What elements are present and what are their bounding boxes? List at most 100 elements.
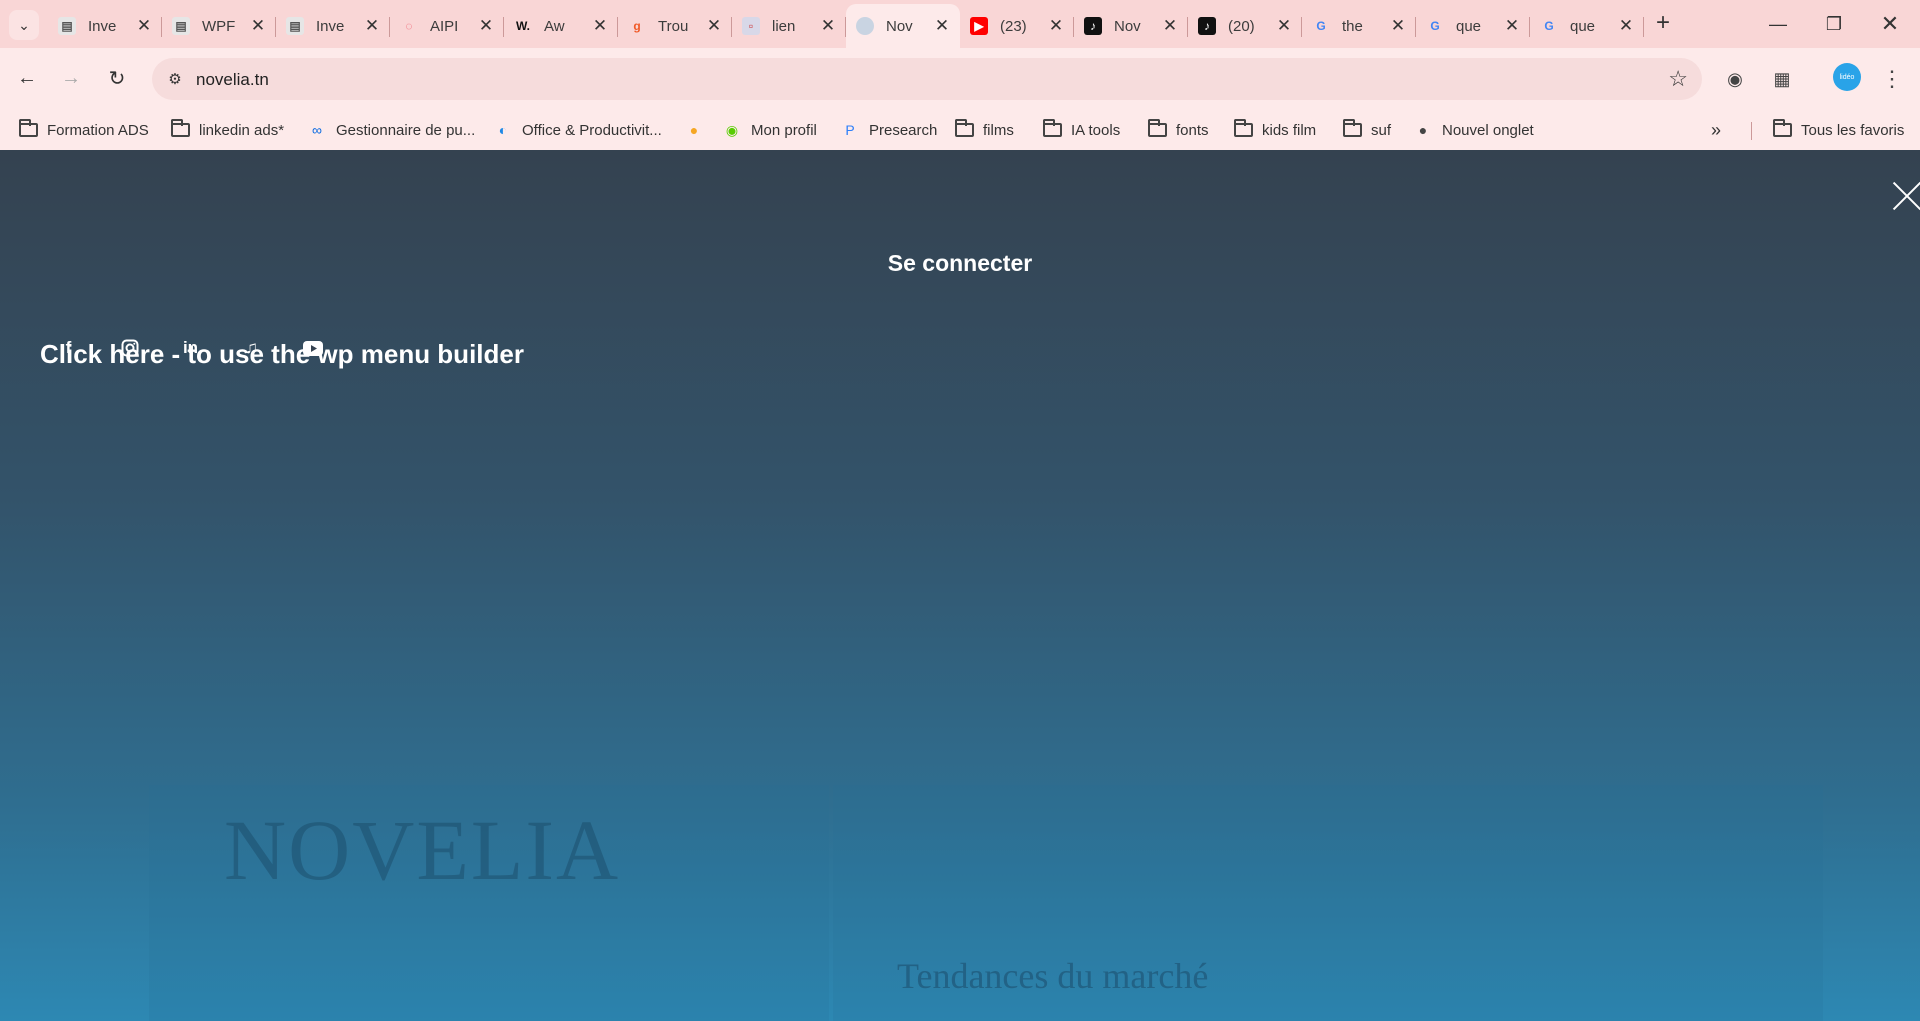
bookmark-1[interactable]: Formation ADS [18,116,149,144]
globe-icon [856,17,874,35]
bookmark-star-icon[interactable]: ☆ [1668,66,1688,92]
avatar[interactable]: lidéo [1833,63,1861,91]
bookmark-label: linkedin ads* [199,121,285,139]
tab-close-icon[interactable]: ✕ [478,16,494,36]
close-menu-button[interactable] [1891,180,1920,212]
tab-8[interactable]: Nov ✕ [846,4,960,48]
restore-button[interactable]: ❐ [1806,0,1862,48]
bookmark-5[interactable]: ● [684,116,713,144]
folder-icon [170,119,190,138]
tab-9[interactable]: ▶ (23) ✕ [960,4,1074,48]
tab-close-icon[interactable]: ✕ [1048,16,1064,36]
tab-3[interactable]: ▤ Inve ✕ [276,4,390,48]
more-bookmarks-button[interactable]: » [1711,116,1721,144]
chevron-double-right-icon: » [1711,119,1722,140]
tab-title: Nov [1114,17,1141,35]
tab-1[interactable]: ▤ Inve ✕ [48,4,162,48]
bookmark-13[interactable]: ● Nouvel onglet [1413,116,1534,144]
browser-toolbar: ← → ↻ ⚙ novelia.tn ☆ ◉ ▦ lidéo ⋮ [0,48,1920,110]
background-logo: NOVELIA [224,802,621,898]
camera-icon[interactable]: ◉ [1720,64,1750,94]
g-orange-icon: g [633,19,641,33]
bookmark-12[interactable]: suf [1342,116,1391,144]
tab-close-icon[interactable]: ✕ [1162,16,1178,36]
tab-title: Aw [544,17,565,35]
bookmark-label: Office & Productivit... [522,121,662,139]
bookmark-2[interactable]: linkedin ads* [170,116,284,144]
tab-10[interactable]: ♪ Nov ✕ [1074,4,1188,48]
bookmark-label: films [983,121,1014,139]
bookmark-8[interactable]: films [954,116,1014,144]
chevron-down-icon: ⌄ [18,16,30,33]
tab-close-icon[interactable]: ✕ [1276,16,1292,36]
login-link[interactable]: Se connecter [0,250,1920,277]
bookmark-4[interactable]: ◐ Office & Productivit... [493,116,662,144]
tab-strip: ⌄ ▤ Inve ✕ ▤ WPF ✕ ▤ Inve ✕ ◌ AIPI ✕ W. Aw ✕ g Trou ✕ ▫ lie… [0,0,1920,48]
bookmark-9[interactable]: IA tools [1042,116,1120,144]
tab-title: Nov [886,17,913,35]
forward-button[interactable]: → [55,62,87,94]
bookmark-label: Gestionnaire de pu... [336,121,476,139]
tab-12[interactable]: Gthe ✕ [1302,4,1416,48]
bookmark-10[interactable]: fonts [1147,116,1209,144]
tiktok-icon: ♪ [1084,17,1102,35]
tab-close-icon[interactable]: ✕ [136,16,152,36]
tab-close-icon[interactable]: ✕ [1504,16,1520,36]
bookmark-3[interactable]: ∞ Gestionnaire de pu... [307,116,475,144]
background-heading: Tendances du marché [897,956,1209,996]
folder-icon [1233,119,1253,138]
profile-label: lidéo [1839,73,1855,81]
tab-title: (23) [1000,17,1027,35]
all-bookmarks-label: Tous les favoris [1801,121,1905,139]
tab-7[interactable]: ▫ lien ✕ [732,4,846,48]
tab-close-icon[interactable]: ✕ [934,16,950,36]
tab-title: que [1570,17,1596,35]
tiktok-icon: ♪ [1198,17,1216,35]
bookmark-label: Mon profil [751,121,817,139]
close-window-button[interactable]: ✕ [1862,0,1918,48]
bookmark-label: suf [1371,121,1392,139]
tab-close-icon[interactable]: ✕ [592,16,608,36]
tab-close-icon[interactable]: ✕ [820,16,836,36]
tab-11[interactable]: ♪ (20) ✕ [1188,4,1302,48]
folder-icon [1042,119,1062,138]
site-settings-icon[interactable]: ⚙ [162,66,188,92]
google-icon: G [1430,19,1440,33]
tab-5[interactable]: W. Aw ✕ [504,4,618,48]
new-tab-button[interactable]: + [1650,10,1676,36]
tab-4[interactable]: ◌ AIPI ✕ [390,4,504,48]
tab-close-icon[interactable]: ✕ [706,16,722,36]
bookmark-label: fonts [1176,121,1209,139]
tab-close-icon[interactable]: ✕ [1390,16,1406,36]
tab-6[interactable]: g Trou ✕ [618,4,732,48]
kebab-menu-icon[interactable]: ⋮ [1877,64,1907,94]
bookmark-11[interactable]: kids film [1233,116,1316,144]
tab-title: Trou [658,17,689,35]
extensions-icon[interactable]: ▦ [1767,64,1797,94]
url-text[interactable]: novelia.tn [196,70,269,90]
tab-title: Inve [88,17,117,35]
minimize-button[interactable]: — [1750,0,1806,48]
tab-search-button[interactable]: ⌄ [9,10,39,40]
reload-button[interactable]: ↻ [101,62,133,94]
office-icon: ◐ [498,122,508,138]
youtube-icon: ▶ [970,17,988,35]
tab-close-icon[interactable]: ✕ [364,16,380,36]
all-bookmarks-folder[interactable]: Tous les favoris [1772,116,1904,144]
tab-title: (20) [1228,17,1255,35]
tab-title: WPF [202,17,236,35]
tab-close-icon[interactable]: ✕ [1618,16,1634,36]
bookmark-6[interactable]: ◉ Mon profil [722,116,817,144]
back-button[interactable]: ← [11,62,43,94]
tab-13[interactable]: Gque ✕ [1416,4,1530,48]
tab-2[interactable]: ▤ WPF ✕ [162,4,276,48]
tab-14[interactable]: Gque ✕ [1530,4,1644,48]
bookmark-label: Formation ADS [47,121,149,139]
bookmarks-divider [1751,122,1752,140]
folder-icon [18,119,38,138]
bookmark-label: Nouvel onglet [1442,121,1534,139]
bookmark-7[interactable]: P Presearch [840,116,937,144]
tab-close-icon[interactable]: ✕ [250,16,266,36]
address-bar[interactable]: ⚙ novelia.tn ☆ [152,58,1702,100]
menu-builder-link[interactable]: Click here - to use the wp menu builder [40,339,524,370]
